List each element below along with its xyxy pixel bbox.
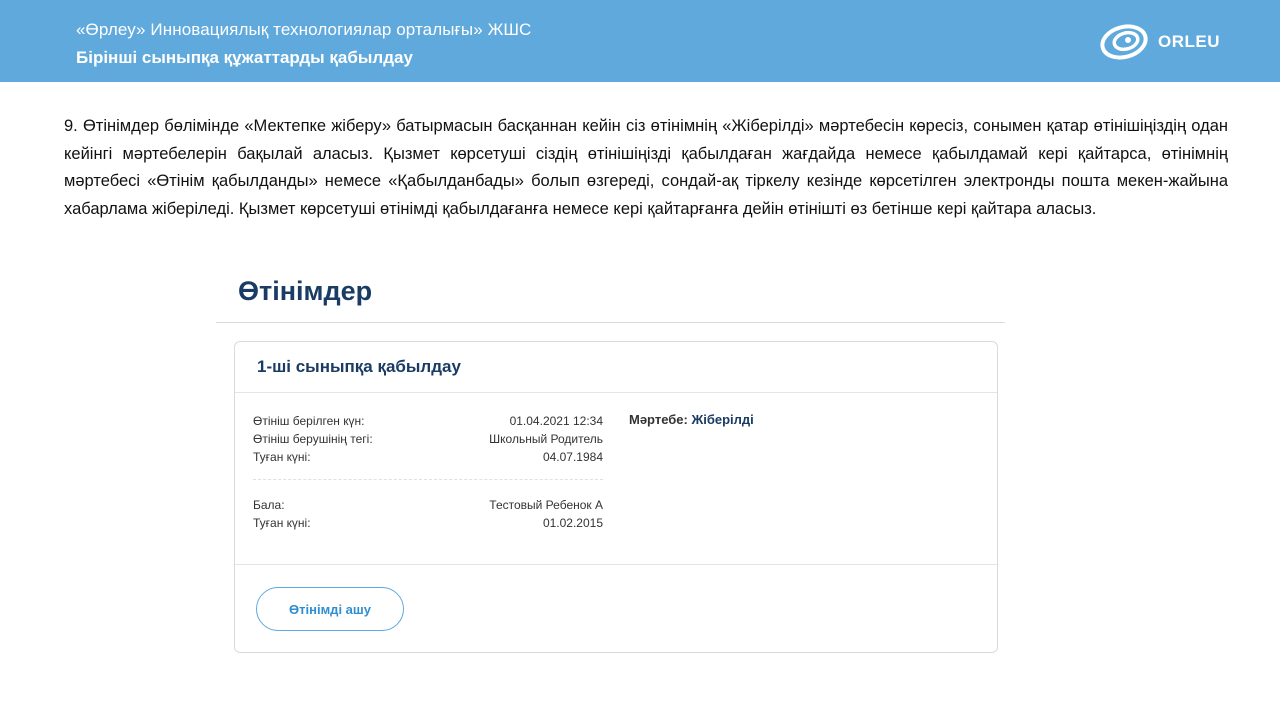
info-row-applicant-surname: Өтініш берушінің тегі: Школьный Родитель bbox=[253, 430, 603, 448]
info-row-submitted: Өтініш берілген күн: 01.04.2021 12:34 bbox=[253, 412, 603, 430]
info-value: 01.04.2021 12:34 bbox=[509, 414, 603, 428]
orleu-logo: ORLEU bbox=[1100, 22, 1220, 62]
heading-divider bbox=[216, 322, 1005, 323]
info-label: Туған күні: bbox=[253, 516, 311, 530]
child-info: Бала: Тестовый Ребенок А Туған күні: 01.… bbox=[253, 496, 603, 532]
applicant-info: Өтініш берілген күн: 01.04.2021 12:34 Өт… bbox=[253, 412, 603, 466]
info-row-child-birthdate: Туған күні: 01.02.2015 bbox=[253, 514, 603, 532]
info-value: 04.07.1984 bbox=[542, 450, 603, 464]
header-bar: «Өрлеу» Инновациялық технологиялар ортал… bbox=[0, 0, 1280, 82]
status-badge: Жіберілді bbox=[691, 412, 754, 427]
logo-text: ORLEU bbox=[1158, 32, 1220, 51]
card-title: 1-ші сыныпқа қабылдау bbox=[257, 357, 461, 376]
instruction-paragraph: 9. Өтінімдер бөлімінде «Мектепке жіберу»… bbox=[64, 117, 1228, 218]
slide-title: Бірінші сыныпқа құжаттарды қабылдау bbox=[76, 48, 413, 67]
card-divider-top bbox=[235, 392, 997, 393]
info-value: 01.02.2015 bbox=[542, 516, 603, 530]
info-label: Бала: bbox=[253, 498, 285, 512]
info-label: Туған күні: bbox=[253, 450, 311, 464]
info-value: Школьный Родитель bbox=[489, 432, 603, 446]
info-row-applicant-birthdate: Туған күні: 04.07.1984 bbox=[253, 448, 603, 466]
status-label: Мәртебе: bbox=[629, 412, 688, 427]
status: Мәртебе: Жіберілді bbox=[629, 412, 754, 427]
card-divider-bottom bbox=[235, 564, 997, 565]
application-card: 1-ші сыныпқа қабылдау Өтініш берілген кү… bbox=[234, 341, 998, 653]
info-label: Өтініш берілген күн: bbox=[253, 414, 365, 428]
open-application-button[interactable]: Өтінімді ашу bbox=[256, 587, 404, 631]
info-row-child: Бала: Тестовый Ребенок А bbox=[253, 496, 603, 514]
orleu-logo-icon bbox=[1100, 24, 1148, 60]
page-title: Өтінімдер bbox=[238, 276, 373, 306]
org-name: «Өрлеу» Инновациялық технологиялар ортал… bbox=[76, 20, 532, 39]
info-value: Тестовый Ребенок А bbox=[489, 498, 603, 512]
info-label: Өтініш берушінің тегі: bbox=[253, 432, 373, 446]
info-separator bbox=[253, 479, 603, 480]
